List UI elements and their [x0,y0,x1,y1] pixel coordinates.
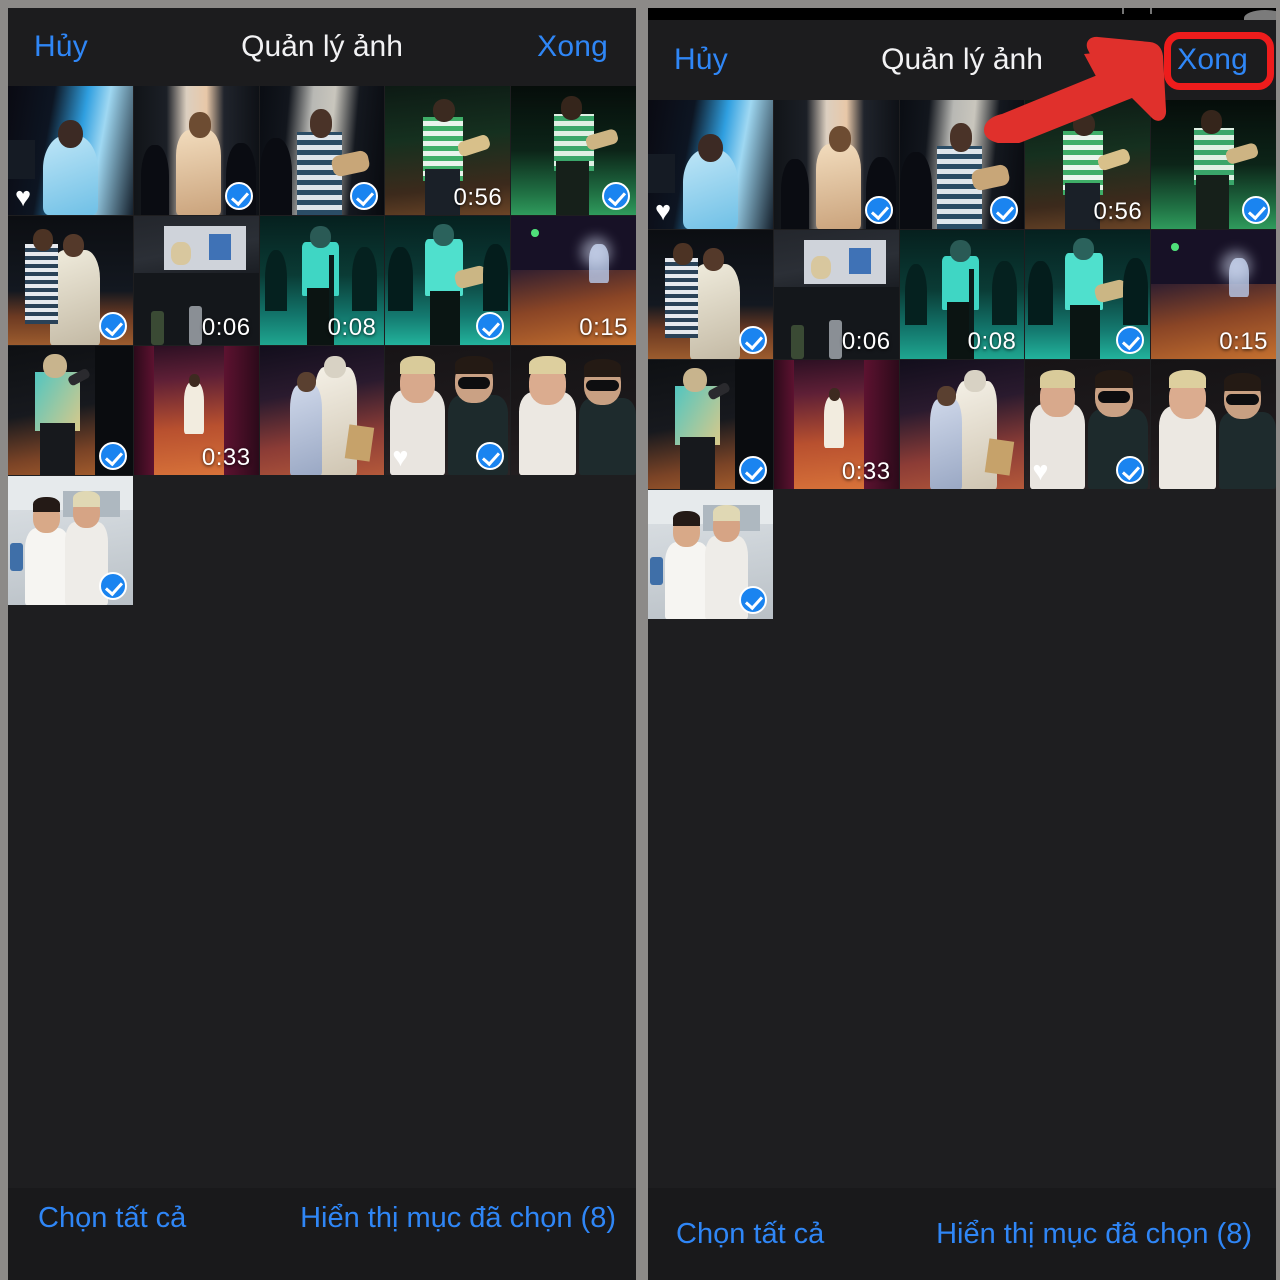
photo-thumbnail [1151,360,1276,489]
video-duration-label: 0:56 [453,184,503,211]
select-all-button[interactable]: Chọn tất cả [676,1218,824,1251]
cancel-button[interactable]: Hủy [674,43,728,77]
photo-grid-item[interactable]: 0:15 [511,216,636,345]
photo-grid-item[interactable] [648,230,773,359]
photo-grid-item[interactable] [648,490,773,619]
status-bar [648,8,1276,26]
video-duration-label: 0:15 [1219,328,1268,355]
bottom-toolbar-left: Chọn tất cả Hiển thị mục đã chọn (8) [8,1188,636,1280]
video-duration-label: 0:15 [579,314,628,341]
photo-thumbnail [259,346,385,475]
check-icon[interactable] [864,196,893,224]
video-duration-label: 0:08 [967,328,1017,355]
photo-grid-item[interactable]: 0:33 [773,360,899,489]
photo-grid-right: ♥ 0:56 0:06 0:08 0:15 0:33 ♥ [648,100,1276,619]
photo-grid-item[interactable] [899,100,1025,229]
photo-grid-item[interactable]: 0:08 [899,230,1025,359]
video-duration-label: 0:06 [841,328,891,355]
heart-icon: ♥ [655,196,672,226]
photo-grid-item[interactable] [259,346,385,475]
check-icon[interactable] [1242,196,1270,224]
check-icon[interactable] [738,586,767,614]
photo-grid-item[interactable]: 0:06 [773,230,899,359]
photo-grid-item[interactable] [773,100,899,229]
check-icon[interactable] [602,182,630,210]
photo-grid-item[interactable]: 0:56 [385,86,511,215]
heart-icon: ♥ [1032,456,1049,486]
photo-grid-item[interactable]: ♥ [8,86,133,215]
photo-grid-item[interactable]: ♥ [1025,360,1151,489]
status-antenna-icon [1122,8,1152,14]
photo-grid-item[interactable] [1151,360,1276,489]
video-duration-label: 0:33 [841,458,891,485]
check-icon[interactable] [1116,456,1145,484]
cancel-button[interactable]: Hủy [34,30,88,64]
check-icon[interactable] [476,312,505,340]
photo-grid-item[interactable]: 0:33 [133,346,259,475]
check-icon[interactable] [738,326,767,354]
photo-grid-item[interactable]: ♥ [385,346,511,475]
check-icon[interactable] [738,456,767,484]
navigation-bar-left: Hủy Quản lý ảnh Xong [8,8,636,86]
check-icon[interactable] [98,442,127,470]
photo-grid-item[interactable] [8,476,133,605]
photo-grid-item[interactable] [1025,230,1151,359]
video-duration-label: 0:33 [201,444,251,471]
select-all-button[interactable]: Chọn tất cả [38,1202,186,1235]
photo-thumbnail [511,346,636,475]
photo-grid-item[interactable] [511,346,636,475]
photo-grid-item[interactable]: 0:56 [1025,100,1151,229]
photo-grid-item[interactable] [648,360,773,489]
photo-grid-item[interactable]: 0:08 [259,216,385,345]
done-button[interactable]: Xong [1177,43,1248,77]
photo-grid-item[interactable] [133,86,259,215]
check-icon[interactable] [1116,326,1145,354]
done-button[interactable]: Xong [537,30,608,64]
heart-icon: ♥ [392,442,409,472]
photo-grid-item[interactable] [8,346,133,475]
photo-thumbnail [899,360,1025,489]
video-duration-label: 0:56 [1093,198,1143,225]
check-icon[interactable] [98,312,127,340]
photo-grid-item[interactable]: 0:15 [1151,230,1276,359]
show-selected-button[interactable]: Hiển thị mục đã chọn (8) [936,1218,1252,1251]
navigation-bar-right: Hủy Quản lý ảnh Xong [648,20,1276,100]
phone-screenshot-before: Hủy Quản lý ảnh Xong ♥ 0:56 0:06 0:08 0:… [8,8,636,1280]
video-duration-label: 0:06 [201,314,251,341]
photo-grid-item[interactable] [511,86,636,215]
photo-grid-left: ♥ 0:56 0:06 0:08 0:15 0:33 ♥ [8,86,636,605]
check-icon[interactable] [224,182,253,210]
show-selected-button[interactable]: Hiển thị mục đã chọn (8) [300,1202,616,1235]
phone-screenshot-after: Hủy Quản lý ảnh Xong ♥ 0:56 0:06 0:08 0:… [648,8,1276,1280]
photo-grid-item[interactable] [385,216,511,345]
photo-grid-item[interactable] [899,360,1025,489]
photo-grid-item[interactable] [259,86,385,215]
photo-grid-item[interactable]: 0:06 [133,216,259,345]
heart-icon: ♥ [15,182,32,212]
bottom-toolbar-right: Chọn tất cả Hiển thị mục đã chọn (8) [648,1188,1276,1280]
video-duration-label: 0:08 [327,314,377,341]
check-icon[interactable] [98,572,127,600]
photo-grid-item[interactable]: ♥ [648,100,773,229]
photo-grid-item[interactable] [1151,100,1276,229]
check-icon[interactable] [476,442,505,470]
screenshot-stage: Hủy Quản lý ảnh Xong ♥ 0:56 0:06 0:08 0:… [0,0,1280,1280]
photo-grid-item[interactable] [8,216,133,345]
